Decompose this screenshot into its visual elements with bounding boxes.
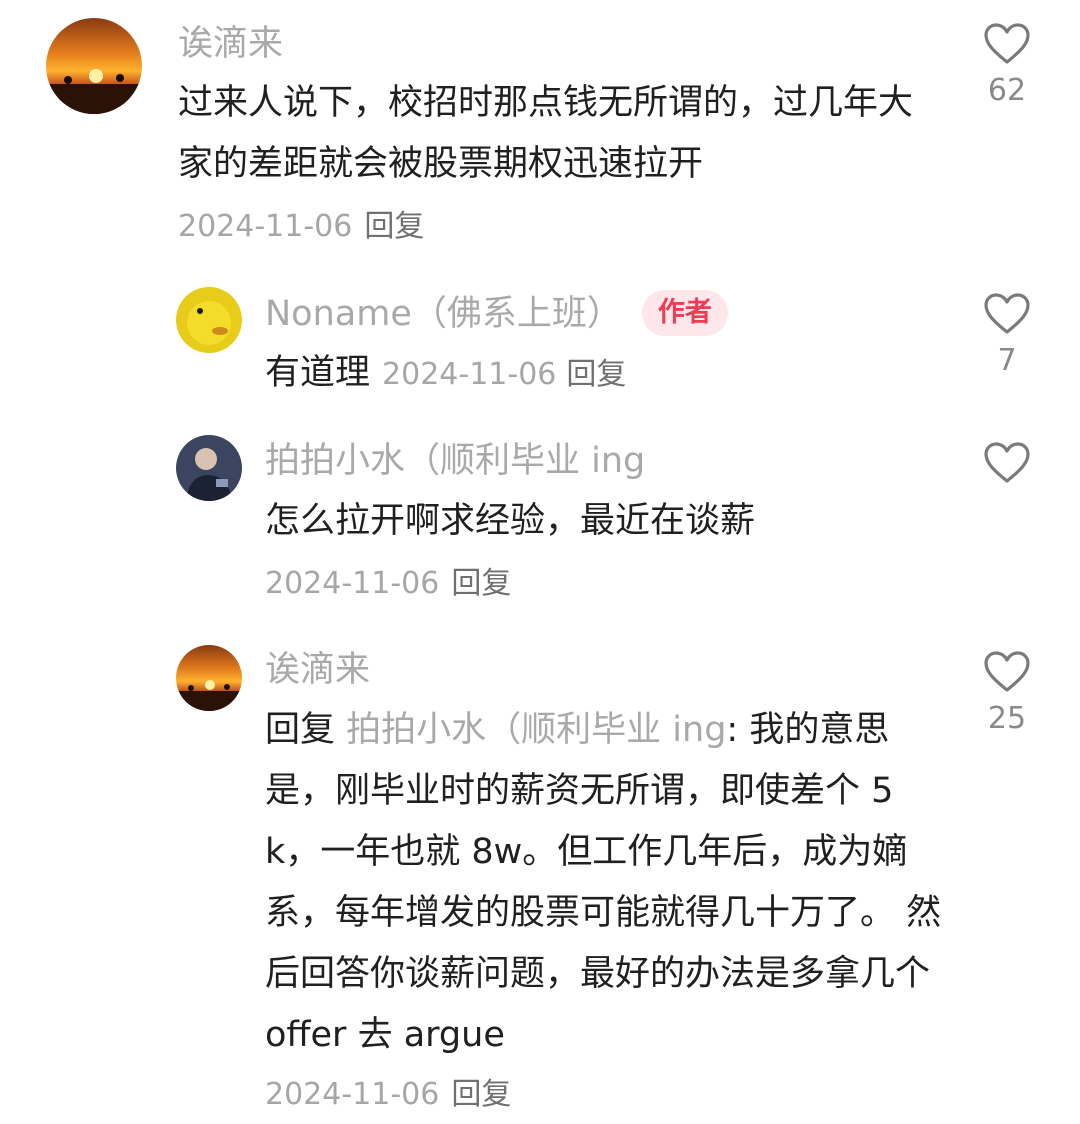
reply-button[interactable]: 回复 bbox=[566, 357, 626, 392]
heart-icon bbox=[984, 651, 1030, 692]
like-button[interactable]: 7 bbox=[967, 293, 1047, 381]
heart-icon bbox=[984, 442, 1030, 483]
sunset-avatar bbox=[176, 645, 242, 711]
comment-meta: 2024-11-06 回复 bbox=[265, 1075, 511, 1115]
comment-text: 怎么拉开啊求经验，最近在谈薪 bbox=[265, 501, 756, 541]
comment-date: 2024-11-06 bbox=[265, 566, 440, 601]
reply-button[interactable]: 回复 bbox=[451, 566, 511, 601]
like-count: 7 bbox=[997, 343, 1017, 378]
comment-body: : 我的意思是，刚毕业时的薪资无所谓，即使差个 5k，一年也就 8w。但工作几年… bbox=[265, 710, 942, 1055]
yellow-duck-avatar bbox=[176, 287, 242, 353]
person-avatar bbox=[176, 435, 242, 501]
username-text: Noname（佛系上班） bbox=[265, 294, 622, 334]
like-button[interactable]: 25 bbox=[967, 651, 1047, 739]
comment-text: 回复 拍拍小水（顺利毕业 ing: 我的意思是，刚毕业时的薪资无所谓，即使差个 … bbox=[265, 700, 945, 1066]
heart-icon bbox=[984, 23, 1030, 64]
reply-prefix: 回复 bbox=[265, 710, 336, 750]
comment-username[interactable]: 拍拍小水（顺利毕业 ing bbox=[265, 439, 645, 483]
comment-username[interactable]: 诶滴来 bbox=[265, 648, 370, 692]
comment-meta: 2024-11-06 回复 bbox=[382, 357, 626, 392]
comment-text: 有道理 2024-11-06 回复 bbox=[265, 343, 945, 405]
comment-date: 2024-11-06 bbox=[265, 1077, 440, 1112]
like-count: 25 bbox=[987, 701, 1027, 736]
comment-username[interactable]: 诶滴来 bbox=[178, 22, 283, 66]
sunset-avatar bbox=[46, 18, 142, 114]
comment-meta: 2024-11-06 回复 bbox=[265, 564, 511, 604]
comment-date: 2024-11-06 bbox=[178, 209, 353, 244]
heart-icon bbox=[984, 293, 1030, 334]
reply-target-username[interactable]: 拍拍小水（顺利毕业 ing bbox=[346, 710, 726, 750]
author-badge: 作者 bbox=[641, 290, 728, 336]
reply-button[interactable]: 回复 bbox=[451, 1077, 511, 1112]
like-count: 62 bbox=[987, 73, 1027, 108]
comment-text: 过来人说下，校招时那点钱无所谓的，过几年大家的差距就会被股票期权迅速拉开 bbox=[178, 83, 914, 184]
like-button[interactable] bbox=[967, 442, 1047, 490]
comment-meta: 2024-11-06 回复 bbox=[178, 207, 424, 247]
avatar[interactable] bbox=[46, 18, 142, 114]
comment-body: 有道理 bbox=[265, 353, 371, 393]
comment-username[interactable]: Noname（佛系上班） 作者 bbox=[265, 290, 728, 336]
comment-date: 2024-11-06 bbox=[382, 357, 557, 392]
avatar[interactable] bbox=[176, 645, 242, 711]
avatar[interactable] bbox=[176, 435, 242, 501]
avatar[interactable] bbox=[176, 287, 242, 353]
reply-button[interactable]: 回复 bbox=[364, 209, 424, 244]
like-button[interactable]: 62 bbox=[967, 23, 1047, 111]
